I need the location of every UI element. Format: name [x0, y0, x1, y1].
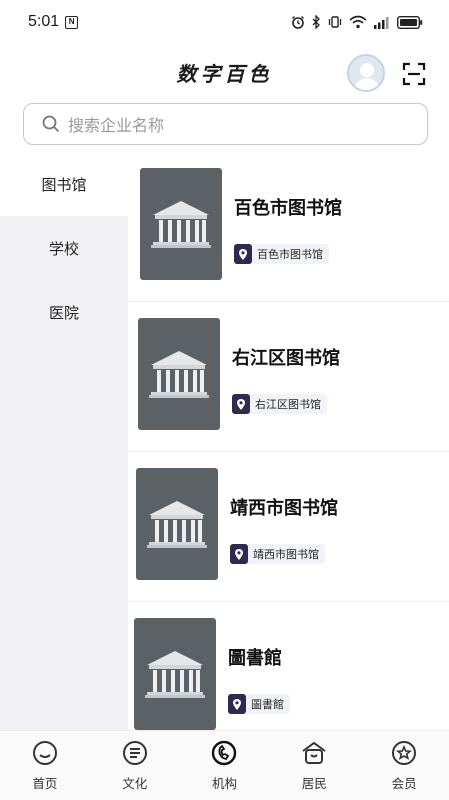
location-text: 靖西市图书馆: [253, 548, 319, 561]
location-badge: 靖西市图书馆: [230, 544, 325, 564]
location-pin-icon: [230, 544, 248, 564]
card-title: 靖西市图书馆: [230, 498, 338, 519]
sidebar-item-label: 医院: [48, 303, 79, 322]
status-icons: [291, 15, 423, 29]
sidebar-item-label: 图书馆: [41, 175, 87, 194]
status-left: 5:01 N: [28, 13, 79, 31]
tab-label: 居民: [301, 776, 327, 791]
search-input[interactable]: 搜索企业名称: [23, 103, 428, 145]
location-badge: 右江区图书馆: [232, 394, 327, 414]
card-title: 圖書館: [228, 648, 282, 669]
search-icon: [42, 115, 60, 133]
location-text: 右江区图书馆: [255, 398, 321, 411]
home-icon: [32, 741, 57, 765]
list-item[interactable]: 靖西市图书馆 靖西市图书馆: [128, 452, 449, 602]
status-bar: 5:01 N: [0, 0, 449, 44]
library-thumbnail: [136, 468, 218, 580]
institution-list: 百色市图书馆 百色市图书馆 右江区图书馆 右江区图书馆 靖西市图书馆 靖西市图书…: [128, 152, 449, 730]
location-pin-icon: [228, 694, 246, 714]
member-icon: [392, 741, 417, 765]
clock: 5:01: [28, 13, 60, 30]
culture-icon: [122, 741, 147, 765]
avatar-body: [354, 78, 380, 90]
library-building-icon: [145, 651, 205, 698]
card-title: 右江区图书馆: [232, 348, 340, 369]
tab-residents[interactable]: 居民: [269, 731, 359, 800]
tab-label: 会员: [391, 776, 417, 791]
library-thumbnail: [140, 168, 222, 280]
list-item[interactable]: 圖書館 圖書館: [128, 602, 449, 730]
sidebar-item-label: 学校: [48, 239, 79, 258]
location-text: 百色市图书馆: [257, 248, 323, 261]
bluetooth-icon: [312, 15, 320, 29]
tab-member[interactable]: 会员: [359, 731, 449, 800]
sidebar-item-school[interactable]: 学校: [0, 216, 128, 280]
nfc-icon: N: [65, 15, 79, 29]
tab-institution[interactable]: 机构: [180, 731, 270, 800]
battery-icon: [397, 15, 423, 29]
vibrate-icon: [328, 16, 342, 28]
tab-label: 文化: [122, 776, 148, 791]
app-header: 数字百色: [0, 48, 449, 100]
location-text: 圖書館: [251, 698, 284, 711]
user-avatar[interactable]: [347, 54, 385, 92]
wifi-icon: [349, 15, 367, 29]
library-thumbnail: [138, 318, 220, 430]
sidebar-item-hospital[interactable]: 医院: [0, 280, 128, 344]
library-thumbnail: [134, 618, 216, 730]
category-sidebar: 图书馆 学校 医院: [0, 152, 128, 730]
tab-home[interactable]: 首页: [0, 731, 90, 800]
tab-label: 机构: [211, 776, 237, 791]
location-pin-icon: [232, 394, 250, 414]
residents-icon: [302, 741, 326, 764]
avatar-head: [360, 63, 374, 77]
location-badge: 圖書館: [228, 694, 290, 714]
sidebar-item-library[interactable]: 图书馆: [0, 152, 128, 216]
scan-icon[interactable]: [402, 62, 426, 86]
bottom-tab-bar: 首页 文化 机构 居民 会员: [0, 730, 449, 800]
location-pin-icon: [234, 244, 252, 264]
library-building-icon: [147, 501, 207, 548]
list-item[interactable]: 右江区图书馆 右江区图书馆: [128, 302, 449, 452]
search-placeholder: 搜索企业名称: [68, 116, 165, 135]
alarm-icon: [292, 16, 304, 29]
card-title: 百色市图书馆: [234, 198, 342, 219]
tab-culture[interactable]: 文化: [90, 731, 180, 800]
institution-icon: [212, 740, 237, 766]
library-building-icon: [149, 351, 209, 398]
library-building-icon: [151, 201, 211, 248]
location-badge: 百色市图书馆: [234, 244, 329, 264]
list-item[interactable]: 百色市图书馆 百色市图书馆: [128, 152, 449, 302]
signal-icon: [374, 16, 389, 29]
tab-label: 首页: [32, 776, 58, 791]
